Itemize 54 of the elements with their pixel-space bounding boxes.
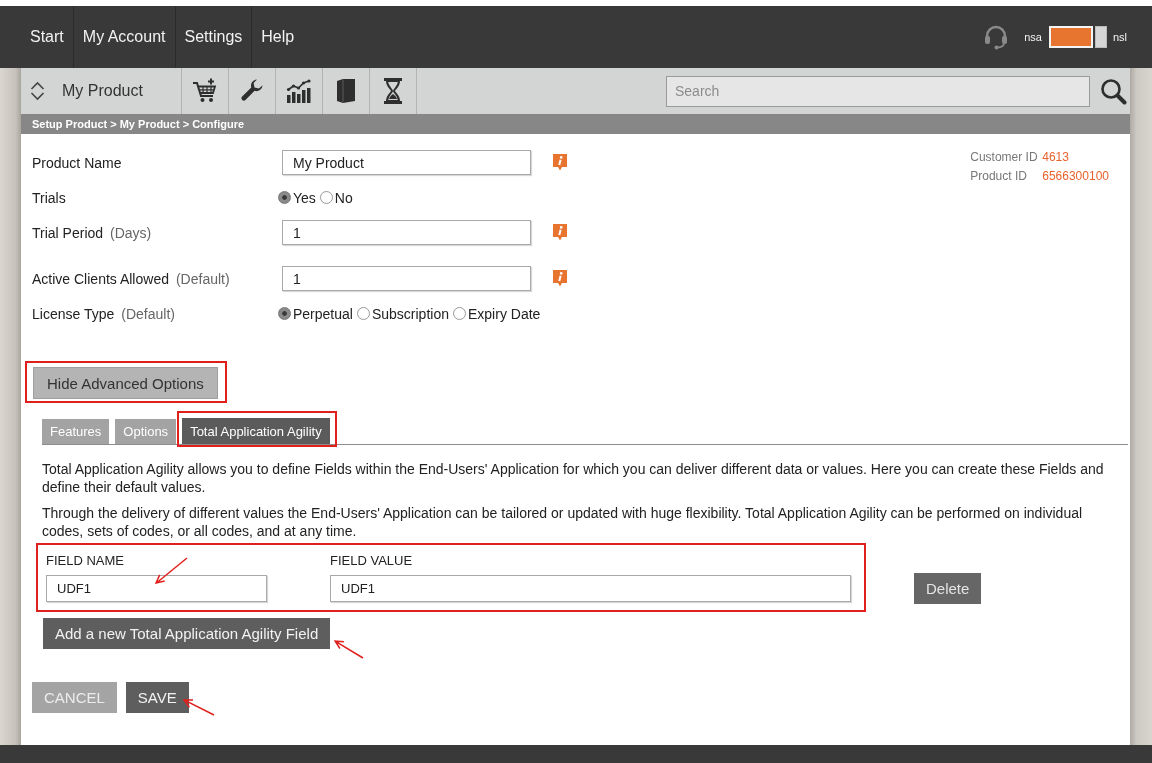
info-icon[interactable] — [553, 270, 567, 287]
toggle-label: nsa — [1024, 31, 1042, 43]
radio-icon[interactable] — [319, 191, 333, 204]
add-field-button[interactable]: Add a new Total Application Agility Field — [43, 618, 331, 649]
hourglass-icon — [383, 78, 403, 104]
field-label: License Type — [32, 305, 115, 322]
info-icon[interactable] — [553, 154, 567, 171]
delete-button[interactable]: Delete — [914, 573, 982, 604]
description-text: Total Application Agility allows you to define Fields within the End-Users' Application for which you can deliver different data or values. Here you can create these Fields and define their default values. — [41, 460, 1105, 496]
radio-icon[interactable] — [453, 307, 466, 320]
tab[interactable]: Total Application Agility — [182, 418, 330, 444]
radio-option[interactable]: Perpetual — [278, 305, 353, 322]
search-icon — [1100, 77, 1127, 105]
hide-advanced-button[interactable]: Hide Advanced Options — [33, 367, 218, 399]
field-label: Active Clients Allowed — [32, 270, 169, 287]
nav-link[interactable]: Start — [21, 6, 73, 68]
save-button[interactable]: SAVE — [125, 682, 189, 713]
column-header: FIELD NAME — [46, 553, 125, 569]
field-hint: (Days) — [110, 224, 152, 241]
radio-icon[interactable] — [278, 191, 291, 204]
search-button[interactable] — [1100, 77, 1127, 105]
id-label: Customer ID — [970, 150, 1039, 165]
wrench-icon — [240, 79, 264, 103]
text-field[interactable]: 1 — [282, 266, 531, 291]
text-field[interactable]: My Product — [282, 150, 531, 175]
description-text: Through the delivery of different values the End-Users' Application can be tailored or updated with huge flexibility. Total Application Agility can be performed on individual codes, sets of codes, or all codes, and at any time. — [41, 504, 1084, 540]
radio-option[interactable]: Yes — [278, 189, 316, 206]
breadcrumb: Setup Product > My Product > Configure — [32, 118, 245, 130]
field-hint: (Default) — [121, 305, 175, 322]
radio-option[interactable]: No — [319, 189, 353, 206]
toggle-switch[interactable] — [1048, 26, 1107, 48]
field-label: Trials — [32, 189, 66, 206]
id-value: 4613 — [1042, 150, 1070, 165]
search-field[interactable]: Search — [666, 75, 1090, 107]
field-label: Product Name — [32, 154, 122, 171]
radio-icon[interactable] — [356, 307, 370, 320]
bar-chart-icon — [286, 79, 312, 103]
text-field[interactable]: 1 — [282, 220, 531, 245]
field-label: Trial Period — [32, 224, 104, 241]
radio-option[interactable]: Subscription — [356, 305, 449, 322]
id-label: Product ID — [970, 169, 1028, 184]
up-down-chevron-icon — [30, 81, 45, 101]
column-header: FIELD VALUE — [330, 553, 414, 569]
radio-option[interactable]: Expiry Date — [453, 305, 541, 322]
id-value: 6566300100 — [1042, 169, 1109, 184]
field-hint: (Default) — [175, 270, 230, 287]
toggle-label: nsl — [1112, 31, 1127, 43]
info-icon[interactable] — [553, 224, 567, 241]
headset-icon[interactable] — [984, 24, 1009, 50]
radio-icon[interactable] — [278, 307, 291, 320]
book-icon — [335, 78, 357, 104]
text-field[interactable]: UDF1 — [330, 575, 851, 602]
cart-plus-icon — [192, 78, 218, 104]
text-field[interactable]: UDF1 — [46, 575, 267, 602]
